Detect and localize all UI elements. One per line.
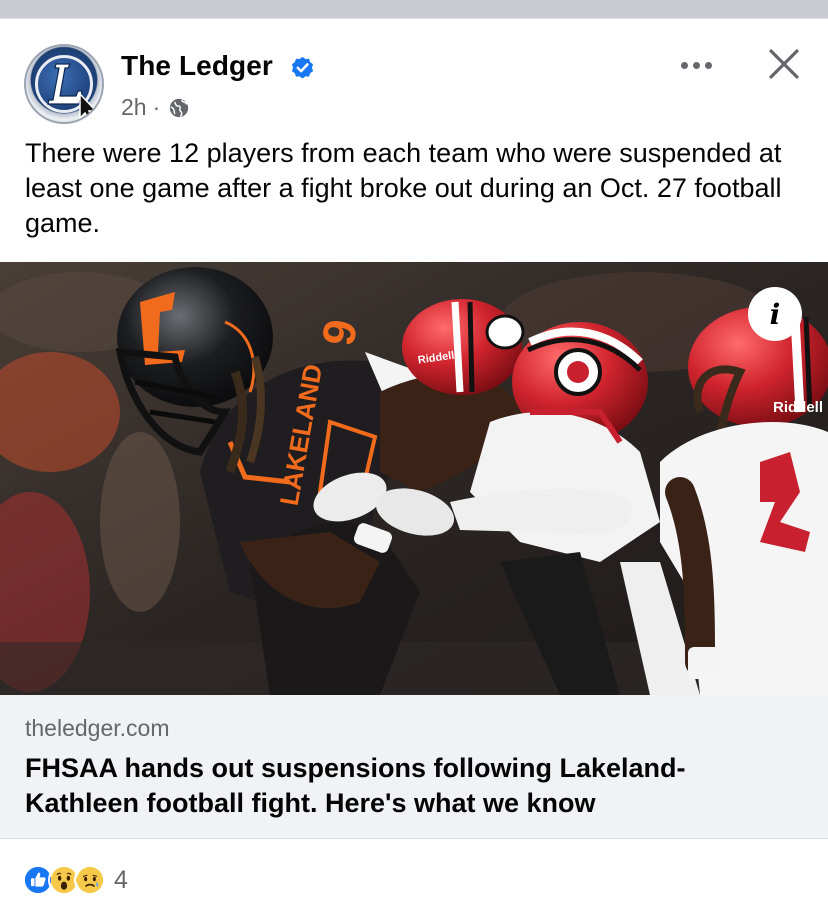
link-preview[interactable]: theledger.com FHSAA hands out suspension…: [0, 695, 828, 839]
feed-divider: [0, 0, 828, 18]
post-photo[interactable]: 6 LAKELAND Riddell Riddell: [0, 262, 828, 695]
post-header: The Ledger 2h ·: [0, 40, 828, 130]
page-name[interactable]: The Ledger: [121, 50, 273, 82]
page-avatar[interactable]: [24, 44, 104, 124]
reactions-summary[interactable]: 4: [22, 862, 128, 898]
more-options-icon[interactable]: [673, 53, 719, 77]
feed-divider-line: [0, 18, 828, 19]
helmet-brand-2: Riddell: [773, 399, 823, 416]
verified-badge-icon: [291, 56, 314, 79]
link-title: FHSAA hands out suspensions following La…: [25, 753, 686, 818]
reaction-count: 4: [114, 865, 128, 894]
ledger-logo-letter: [47, 63, 98, 122]
post-meta: 2h ·: [121, 94, 190, 121]
info-icon[interactable]: i: [748, 287, 802, 341]
link-domain: theledger.com: [25, 715, 170, 741]
football-photo: 6 LAKELAND Riddell Riddell: [0, 262, 828, 695]
globe-icon: [170, 98, 189, 117]
meta-separator: ·: [152, 94, 161, 120]
sad-reaction-icon: [74, 864, 106, 896]
post-timestamp[interactable]: 2h: [121, 94, 147, 121]
post-text: There were 12 players from each team who…: [25, 138, 782, 238]
close-icon[interactable]: [764, 44, 804, 84]
